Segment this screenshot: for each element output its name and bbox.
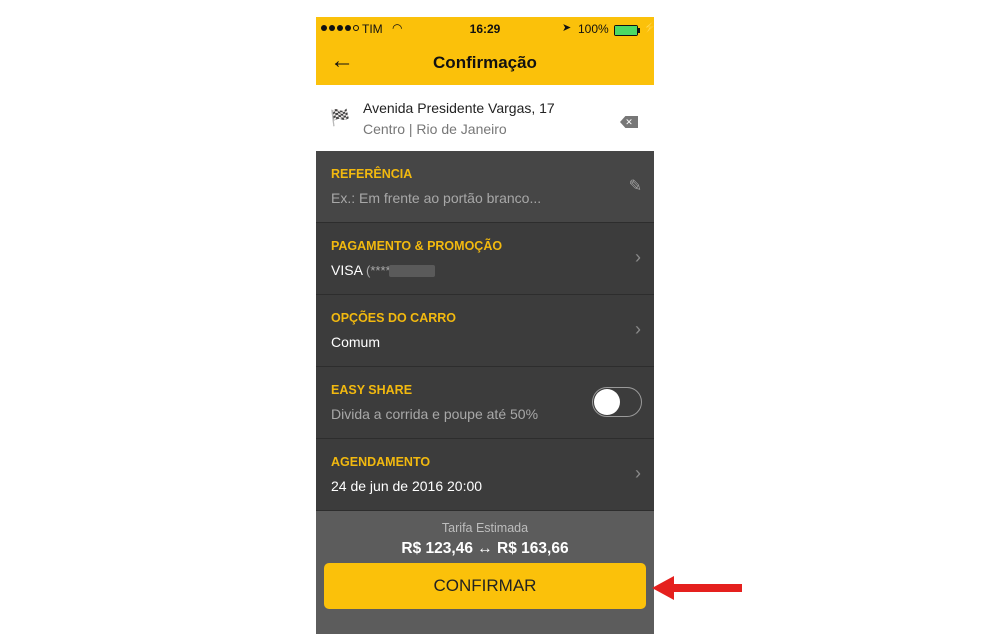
battery-percent: 100% — [578, 22, 609, 36]
nav-bar: ← Confirmação — [316, 41, 654, 85]
easy-share-label: EASY SHARE — [331, 383, 413, 397]
reference-input[interactable]: Ex.: Em frente ao portão branco... — [331, 190, 541, 206]
chevron-right-icon: › — [635, 463, 641, 483]
payment-row[interactable]: PAGAMENTO & PROMOÇÃO VISA (**** › — [316, 223, 654, 295]
schedule-label: AGENDAMENTO — [331, 455, 431, 469]
easy-share-toggle[interactable] — [592, 387, 642, 417]
checkered-flag-icon: 🏁 — [330, 110, 350, 127]
masked-card-number: (**** — [366, 263, 391, 278]
charging-icon: ⚡ — [643, 22, 654, 34]
reference-row[interactable]: REFERÊNCIA Ex.: Em frente ao portão bran… — [316, 151, 654, 223]
payment-label: PAGAMENTO & PROMOÇÃO — [331, 239, 503, 253]
schedule-row[interactable]: AGENDAMENTO 24 de jun de 2016 20:00 › — [316, 439, 654, 511]
chevron-right-icon: › — [635, 247, 641, 267]
payment-card: VISA — [331, 262, 363, 278]
phone-screen: TIM ◠ 16:29 ➤ 100% ⚡ ← Confirmação 🏁 Ave… — [316, 17, 654, 634]
status-bar: TIM ◠ 16:29 ➤ 100% ⚡ — [316, 17, 654, 41]
payment-value: VISA (**** — [331, 262, 435, 278]
clear-address-icon[interactable]: ✕ — [620, 116, 638, 128]
fare-range: R$ 123,46 ↔ R$ 163,66 — [401, 540, 569, 557]
easy-share-description: Divida a corrida e poupe até 50% — [331, 406, 539, 422]
chevron-right-icon: › — [635, 319, 641, 339]
page-title: Confirmação — [433, 53, 537, 72]
location-icon: ➤ — [562, 22, 572, 34]
edit-note-icon: ✎ — [628, 178, 642, 195]
car-options-row[interactable]: OPÇÕES DO CARRO Comum › — [316, 295, 654, 367]
car-options-value: Comum — [331, 334, 381, 350]
address-line2: Centro | Rio de Janeiro — [363, 121, 507, 137]
address-line1: Avenida Presidente Vargas, 17 — [363, 100, 555, 116]
fare-footer: Tarifa Estimada R$ 123,46 ↔ R$ 163,66 CO… — [316, 511, 654, 634]
fare-label: Tarifa Estimada — [441, 521, 529, 535]
schedule-value: 24 de jun de 2016 20:00 — [331, 478, 483, 494]
battery-icon — [614, 25, 640, 36]
reference-label: REFERÊNCIA — [331, 167, 413, 181]
easy-share-row: EASY SHARE Divida a corrida e poupe até … — [316, 367, 654, 439]
car-options-label: OPÇÕES DO CARRO — [331, 311, 457, 325]
masked-card-blur — [388, 265, 435, 278]
destination-address[interactable]: 🏁 Avenida Presidente Vargas, 17 Centro |… — [316, 85, 654, 151]
red-arrow-annotation — [652, 576, 742, 600]
confirm-button[interactable]: CONFIRMAR — [324, 563, 646, 609]
